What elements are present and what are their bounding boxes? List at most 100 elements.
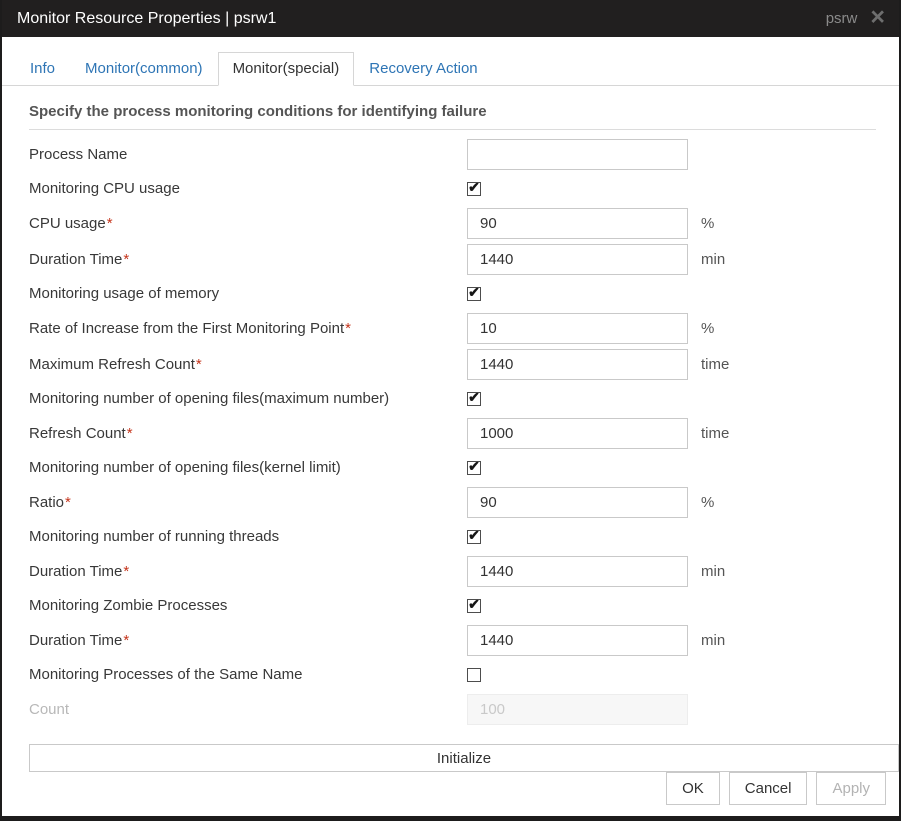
field-label: Rate of Increase from the First Monitori… (29, 320, 467, 337)
threads-duration-time-input[interactable] (467, 556, 688, 587)
initialize-button[interactable]: Initialize (29, 744, 899, 772)
field-control (467, 668, 481, 682)
field-label: Monitoring number of opening files(maxim… (29, 390, 467, 407)
form-row-process-name: Process Name (29, 136, 872, 172)
tab-bar: Info Monitor(common) Monitor(special) Re… (2, 52, 899, 86)
form-row-refresh-count: Refresh Count* time (29, 415, 872, 451)
field-label-text: Monitoring Processes of the Same Name (29, 666, 302, 683)
field-control: min (467, 244, 725, 275)
titlebar: Monitor Resource Properties | psrw1 psrw… (2, 0, 899, 37)
form-row-count: Count (29, 691, 872, 727)
field-label-text: Monitoring Zombie Processes (29, 597, 227, 614)
field-label: CPU usage* (29, 215, 467, 232)
field-label: Monitoring Processes of the Same Name (29, 666, 467, 683)
field-label: Duration Time* (29, 632, 467, 649)
dialog-title: Monitor Resource Properties | psrw1 (17, 10, 276, 28)
field-label-text: Monitoring number of opening files(maxim… (29, 390, 389, 407)
form: Process Name Monitoring CPU usage CPU us… (2, 130, 899, 727)
field-control (467, 599, 481, 613)
field-label: Count (29, 701, 467, 718)
field-label-text: Duration Time (29, 632, 122, 649)
field-control: time (467, 349, 729, 380)
refresh-count-input[interactable] (467, 418, 688, 449)
form-row-zombie-duration-time: Duration Time* min (29, 622, 872, 658)
field-control: % (467, 487, 714, 518)
form-row-maximum-refresh-count: Maximum Refresh Count* time (29, 346, 872, 382)
zombie-duration-time-input[interactable] (467, 625, 688, 656)
monitoring-opening-files-kernel-checkbox[interactable] (467, 461, 481, 475)
cancel-button[interactable]: Cancel (729, 772, 808, 805)
form-row-monitoring-cpu-usage: Monitoring CPU usage (29, 172, 872, 205)
field-label: Ratio* (29, 494, 467, 511)
rate-of-increase-input[interactable] (467, 313, 688, 344)
maximum-refresh-count-input[interactable] (467, 349, 688, 380)
close-icon[interactable]: × (870, 7, 885, 27)
required-marker: * (196, 356, 202, 373)
field-label: Refresh Count* (29, 425, 467, 442)
field-label: Monitoring usage of memory (29, 285, 467, 302)
field-control: % (467, 313, 714, 344)
form-row-monitoring-files-kernel: Monitoring number of opening files(kerne… (29, 451, 872, 484)
field-label-text: Count (29, 701, 69, 718)
field-label: Monitoring number of running threads (29, 528, 467, 545)
titlebar-resource-name: psrw (826, 10, 858, 27)
form-row-monitoring-memory: Monitoring usage of memory (29, 277, 872, 310)
field-label-text: Monitoring usage of memory (29, 285, 219, 302)
tab-info[interactable]: Info (15, 52, 70, 86)
field-label: Monitoring number of opening files(kerne… (29, 459, 467, 476)
required-marker: * (107, 215, 113, 232)
count-input (467, 694, 688, 725)
form-row-ratio: Ratio* % (29, 484, 872, 520)
cpu-usage-input[interactable] (467, 208, 688, 239)
form-row-cpu-duration-time: Duration Time* min (29, 241, 872, 277)
form-row-threads-duration-time: Duration Time* min (29, 553, 872, 589)
monitoring-opening-files-maximum-checkbox[interactable] (467, 392, 481, 406)
ratio-input[interactable] (467, 487, 688, 518)
form-row-monitoring-threads: Monitoring number of running threads (29, 520, 872, 553)
form-row-monitoring-zombie: Monitoring Zombie Processes (29, 589, 872, 622)
field-label: Duration Time* (29, 563, 467, 580)
footer-buttons: OK Cancel Apply (2, 772, 899, 816)
field-control: min (467, 556, 725, 587)
field-label-text: Duration Time (29, 251, 122, 268)
monitoring-memory-usage-checkbox[interactable] (467, 287, 481, 301)
section-title: Specify the process monitoring condition… (29, 103, 876, 130)
required-marker: * (345, 320, 351, 337)
field-label: Monitoring Zombie Processes (29, 597, 467, 614)
unit-label: min (701, 251, 725, 268)
required-marker: * (123, 632, 129, 649)
unit-label: time (701, 425, 729, 442)
tab-recovery-action[interactable]: Recovery Action (354, 52, 492, 86)
process-name-input[interactable] (467, 139, 688, 170)
monitoring-same-name-processes-checkbox[interactable] (467, 668, 481, 682)
tab-monitor-common[interactable]: Monitor(common) (70, 52, 218, 86)
field-control: time (467, 418, 729, 449)
field-control (467, 530, 481, 544)
field-control (467, 139, 701, 170)
required-marker: * (123, 251, 129, 268)
form-row-rate-of-increase: Rate of Increase from the First Monitori… (29, 310, 872, 346)
monitoring-running-threads-checkbox[interactable] (467, 530, 481, 544)
field-label-text: Process Name (29, 146, 127, 163)
unit-label: % (701, 494, 714, 511)
required-marker: * (127, 425, 133, 442)
monitor-resource-properties-dialog: Monitor Resource Properties | psrw1 psrw… (0, 0, 901, 821)
field-control (467, 392, 481, 406)
unit-label: % (701, 215, 714, 232)
field-label-text: Monitoring number of running threads (29, 528, 279, 545)
field-control (467, 287, 481, 301)
field-label-text: Ratio (29, 494, 64, 511)
monitoring-cpu-usage-checkbox[interactable] (467, 182, 481, 196)
monitoring-zombie-processes-checkbox[interactable] (467, 599, 481, 613)
field-label-text: Monitoring number of opening files(kerne… (29, 459, 341, 476)
field-label-text: CPU usage (29, 215, 106, 232)
field-label-text: Duration Time (29, 563, 122, 580)
field-control (467, 694, 701, 725)
tab-monitor-special[interactable]: Monitor(special) (218, 52, 355, 86)
field-control: % (467, 208, 714, 239)
apply-button: Apply (816, 772, 886, 805)
cpu-duration-time-input[interactable] (467, 244, 688, 275)
field-label-text: Maximum Refresh Count (29, 356, 195, 373)
ok-button[interactable]: OK (666, 772, 720, 805)
titlebar-right: psrw × (826, 10, 885, 27)
